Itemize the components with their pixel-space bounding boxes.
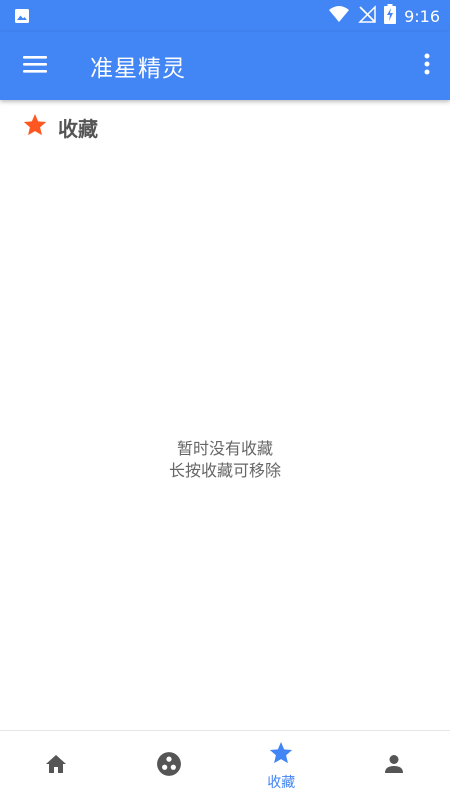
home-icon [43, 752, 69, 780]
circle-dots-icon [156, 751, 182, 781]
overflow-menu-button[interactable] [418, 48, 436, 84]
bottom-navigation: 收藏 [0, 730, 450, 800]
status-time: 9:16 [404, 6, 440, 26]
wifi-icon [328, 5, 350, 27]
status-bar: 9:16 [0, 0, 450, 32]
nav-item-profile[interactable] [338, 731, 450, 800]
status-left [14, 8, 30, 28]
status-right: 9:16 [328, 4, 440, 28]
menu-button[interactable] [14, 46, 56, 86]
app-bar: 准星精灵 [0, 32, 450, 100]
menu-icon [22, 54, 48, 78]
section-title: 收藏 [58, 116, 98, 141]
nav-item-home[interactable] [0, 731, 113, 800]
more-vert-icon [424, 53, 430, 79]
section-header: 收藏 [22, 112, 98, 142]
app-title: 准星精灵 [90, 56, 186, 82]
battery-charging-icon [384, 4, 397, 28]
image-icon [14, 9, 30, 28]
star-icon [268, 740, 294, 770]
empty-state-message: 暂时没有收藏 [176, 439, 273, 458]
nav-item-favorites[interactable]: 收藏 [225, 731, 338, 800]
nav-item-discover[interactable] [113, 731, 226, 800]
person-icon [382, 752, 406, 780]
empty-state: 暂时没有收藏 长按收藏可移除 [0, 438, 450, 482]
empty-state-hint: 长按收藏可移除 [168, 461, 281, 480]
app-screen: 9:16 准星精灵 收藏 暂时没有收藏 长按收藏可移除 收藏 [0, 0, 450, 800]
nav-label-favorites: 收藏 [267, 774, 296, 791]
no-signal-icon [358, 5, 376, 27]
star-icon [22, 112, 48, 142]
